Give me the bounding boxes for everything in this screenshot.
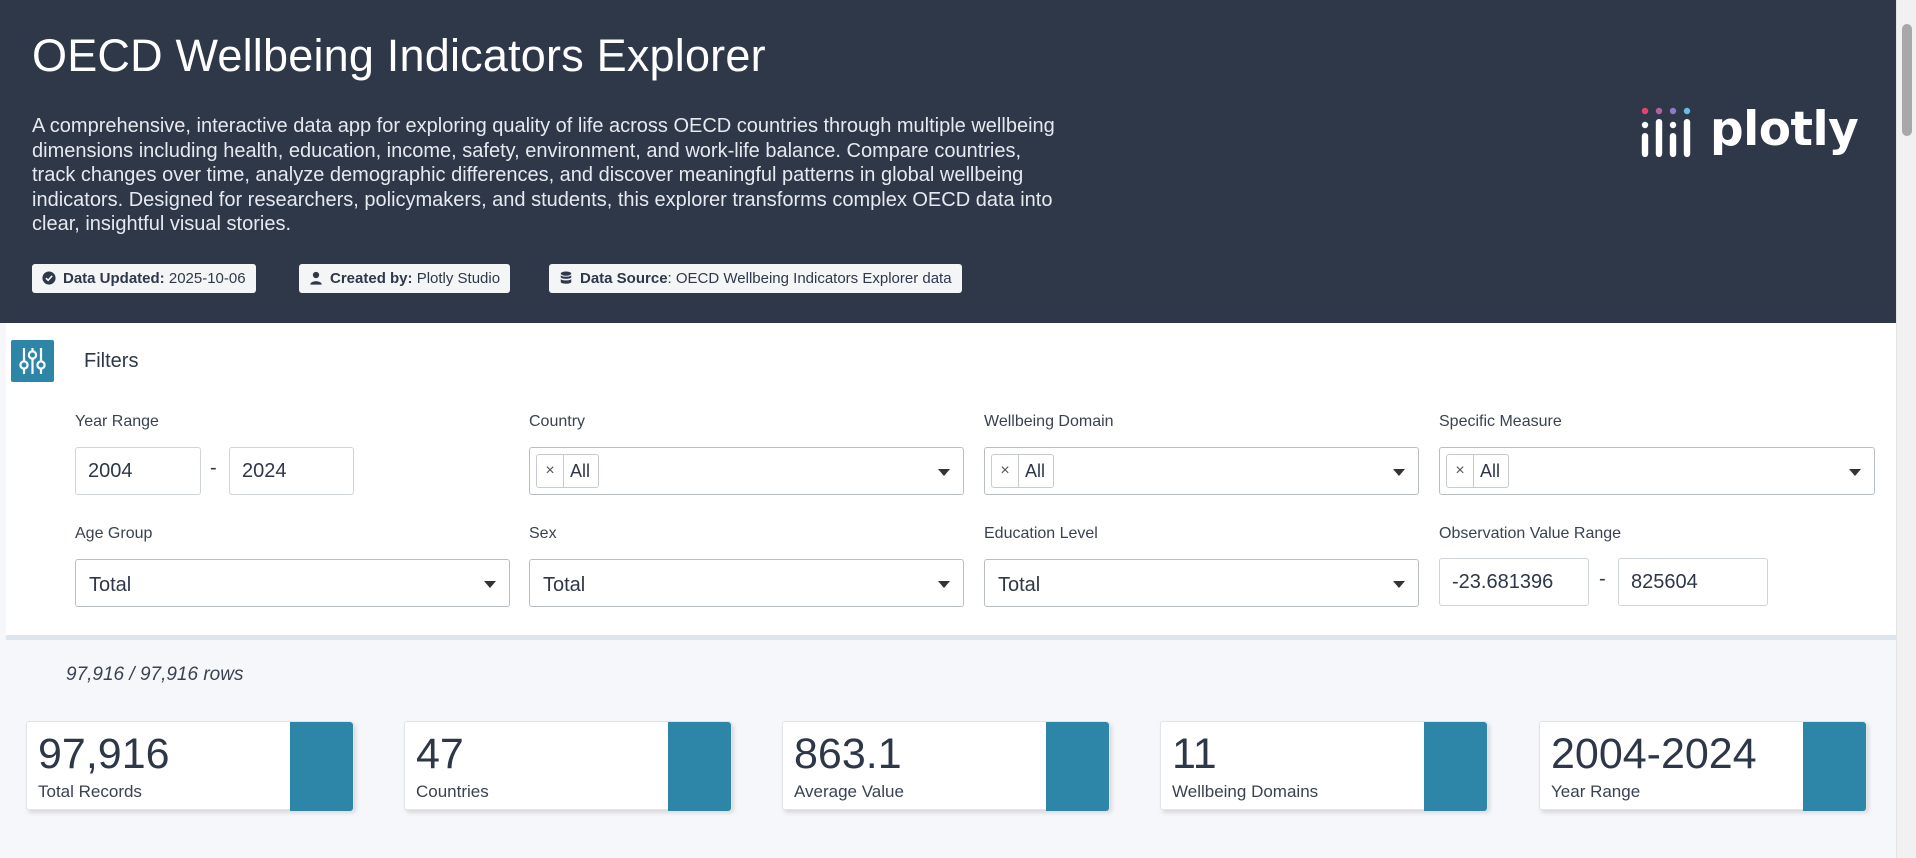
kpi-label: Average Value bbox=[794, 782, 904, 801]
wellbeing-domain-label: Wellbeing Domain bbox=[984, 413, 1114, 430]
education-level-value: Total bbox=[998, 574, 1041, 596]
page-scrollbar[interactable] bbox=[1896, 0, 1916, 858]
chevron-down-icon[interactable] bbox=[938, 469, 950, 476]
badge-value: 2025-10-06 bbox=[164, 270, 246, 287]
sliders-icon bbox=[19, 348, 46, 374]
wellbeing-domain-dropdown[interactable]: × All bbox=[984, 447, 1419, 495]
data-source-badge: Data Source: OECD Wellbeing Indicators E… bbox=[549, 264, 962, 293]
sex-value: Total bbox=[543, 574, 586, 596]
rows-count: 97,916 / 97,916 rows bbox=[66, 664, 244, 685]
badge-value: Plotly Studio bbox=[412, 270, 501, 287]
kpi-label: Year Range bbox=[1551, 782, 1641, 801]
check-circle-icon bbox=[42, 271, 56, 285]
chip-label: All bbox=[1480, 461, 1501, 481]
kpi-card-wellbeing-domains: 11 Wellbeing Domains bbox=[1160, 721, 1488, 811]
specific-measure-dropdown[interactable]: × All bbox=[1439, 447, 1875, 495]
kpi-accent bbox=[290, 722, 353, 811]
kpi-value: 97,916 bbox=[38, 730, 170, 778]
chevron-down-icon[interactable] bbox=[484, 581, 496, 588]
scrollbar-thumb[interactable] bbox=[1902, 24, 1912, 136]
education-level-dropdown[interactable]: Total bbox=[984, 559, 1419, 607]
kpi-value: 11 bbox=[1172, 730, 1217, 778]
user-icon bbox=[310, 271, 322, 285]
chevron-down-icon[interactable] bbox=[1393, 469, 1405, 476]
badge-label: Data Updated: bbox=[63, 270, 165, 287]
observation-max-input[interactable]: 825604 bbox=[1618, 558, 1768, 606]
kpi-value: 2004-2024 bbox=[1551, 730, 1757, 778]
page-title: OECD Wellbeing Indicators Explorer bbox=[32, 30, 766, 81]
specific-measure-label: Specific Measure bbox=[1439, 413, 1562, 430]
age-group-label: Age Group bbox=[75, 525, 153, 542]
kpi-card-total-records: 97,916 Total Records bbox=[26, 721, 354, 811]
specific-measure-chip: × All bbox=[1446, 454, 1510, 488]
observation-range-label: Observation Value Range bbox=[1439, 525, 1622, 542]
country-label: Country bbox=[529, 413, 586, 430]
database-icon bbox=[560, 271, 572, 284]
kpi-accent bbox=[1046, 722, 1109, 811]
chip-remove-icon[interactable]: × bbox=[1447, 455, 1474, 487]
observation-range-separator: - bbox=[1599, 568, 1606, 590]
year-range-label: Year Range bbox=[75, 413, 159, 430]
age-group-dropdown[interactable]: Total bbox=[75, 559, 510, 607]
filters-title: Filters bbox=[84, 350, 139, 372]
country-chip: × All bbox=[536, 454, 600, 488]
wellbeing-domain-chip: × All bbox=[991, 454, 1055, 488]
education-level-label: Education Level bbox=[984, 525, 1098, 542]
kpi-value: 863.1 bbox=[794, 730, 902, 778]
chevron-down-icon[interactable] bbox=[1393, 581, 1405, 588]
plotly-logo-text: plotly bbox=[1710, 102, 1859, 157]
kpi-label: Countries bbox=[416, 782, 489, 801]
badge-label: Created by: bbox=[330, 270, 413, 287]
kpi-card-countries: 47 Countries bbox=[404, 721, 732, 811]
created-by-badge: Created by: Plotly Studio bbox=[299, 264, 511, 293]
sex-label: Sex bbox=[529, 525, 557, 542]
kpi-value: 47 bbox=[416, 730, 464, 778]
year-to-input[interactable]: 2024 bbox=[229, 447, 354, 495]
plotly-logo: plotly bbox=[1640, 102, 1859, 162]
plotly-logo-mark-icon bbox=[1641, 107, 1691, 157]
filters-toggle-button[interactable] bbox=[11, 340, 54, 382]
kpi-accent bbox=[1803, 722, 1866, 811]
observation-min-input[interactable]: -23.681396 bbox=[1439, 558, 1589, 606]
filters-panel: Filters Year Range 2004 - 2024 Country ×… bbox=[6, 323, 1896, 640]
data-updated-badge: Data Updated: 2025-10-06 bbox=[32, 264, 256, 293]
kpi-accent bbox=[1424, 722, 1487, 811]
year-range-separator: - bbox=[210, 457, 217, 479]
app-description: A comprehensive, interactive data app fo… bbox=[32, 115, 1055, 235]
badge-label: Data Source bbox=[580, 270, 668, 287]
chip-remove-icon[interactable]: × bbox=[537, 455, 564, 487]
kpi-card-average-value: 863.1 Average Value bbox=[782, 721, 1110, 811]
kpi-accent bbox=[668, 722, 731, 811]
chevron-down-icon[interactable] bbox=[1849, 469, 1861, 476]
chip-label: All bbox=[570, 461, 591, 481]
chip-remove-icon[interactable]: × bbox=[992, 455, 1019, 487]
year-from-input[interactable]: 2004 bbox=[75, 447, 201, 495]
kpi-label: Total Records bbox=[38, 782, 142, 801]
sex-dropdown[interactable]: Total bbox=[529, 559, 964, 607]
chip-label: All bbox=[1025, 461, 1046, 481]
age-group-value: Total bbox=[89, 574, 132, 596]
country-dropdown[interactable]: × All bbox=[529, 447, 964, 495]
app-header: OECD Wellbeing Indicators Explorer A com… bbox=[0, 0, 1896, 323]
chevron-down-icon[interactable] bbox=[938, 581, 950, 588]
badge-value: : OECD Wellbeing Indicators Explorer dat… bbox=[667, 270, 952, 287]
kpi-card-year-range: 2004-2024 Year Range bbox=[1539, 721, 1867, 811]
kpi-label: Wellbeing Domains bbox=[1172, 782, 1319, 801]
